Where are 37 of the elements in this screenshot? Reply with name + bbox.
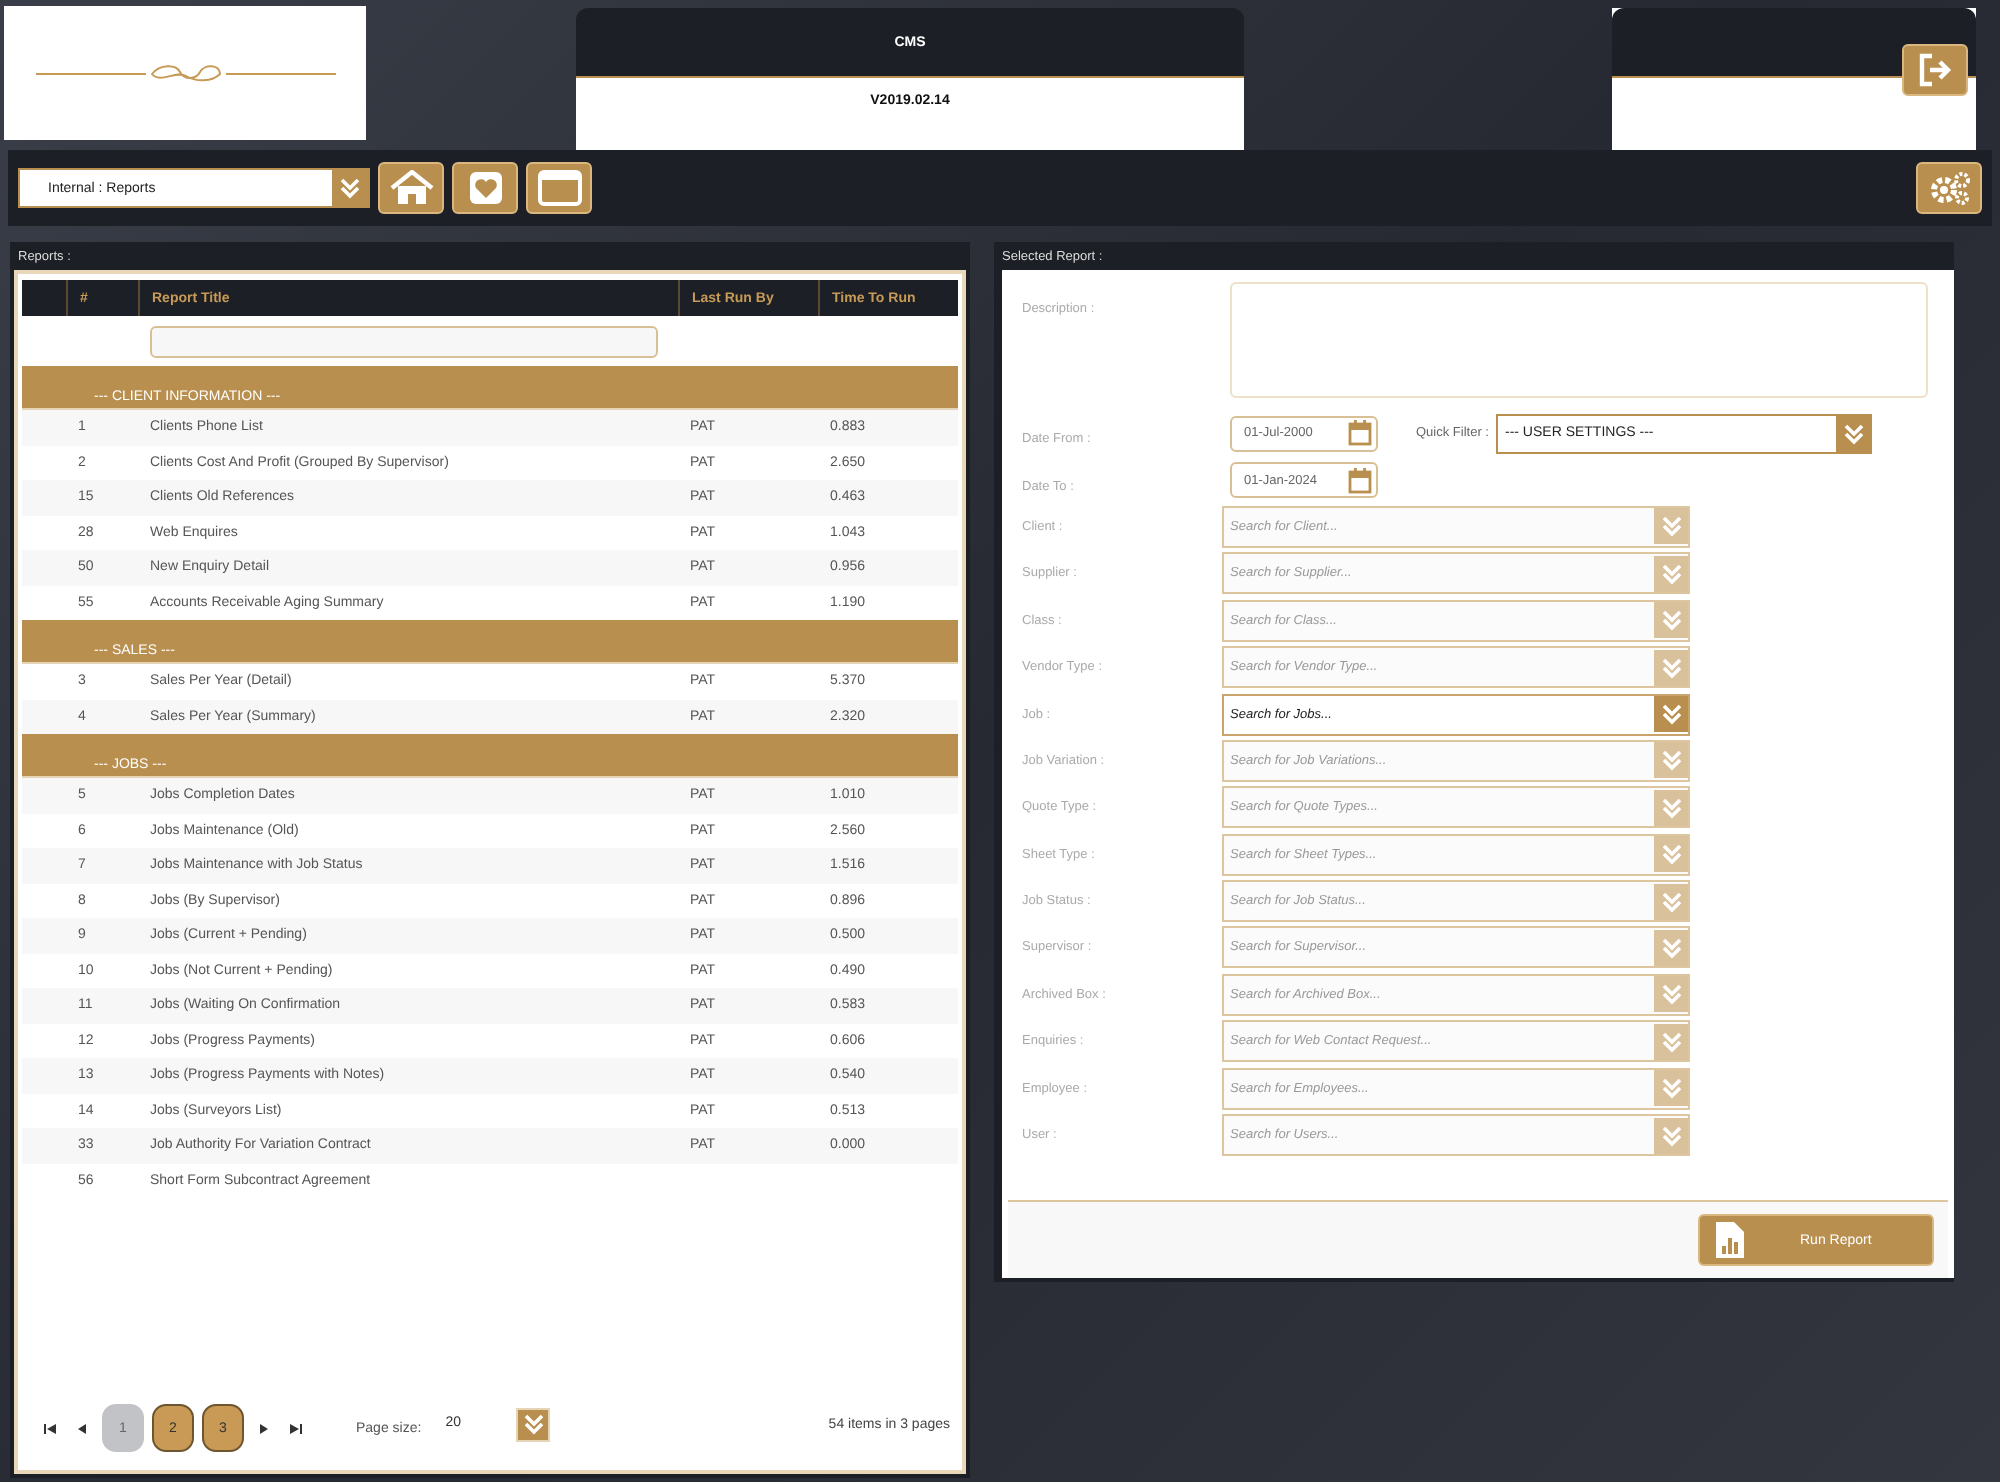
title-filter-field[interactable] [150,325,658,357]
last-page-icon [290,1423,302,1433]
double-chevron-icon [1659,1029,1683,1054]
calendar-icon [1348,420,1372,447]
page-size-dropdown-button[interactable] [516,1407,551,1441]
next-page-icon [260,1423,268,1433]
window-button[interactable] [526,162,592,214]
window-icon [537,170,581,206]
first-page-icon [44,1423,56,1433]
double-chevron-icon [1659,842,1683,867]
double-chevron-icon [1659,795,1683,820]
double-chevron-icon [1659,561,1683,586]
home-icon [389,170,433,206]
double-chevron-icon [1659,982,1683,1007]
double-chevron-icon [1659,1076,1683,1101]
settings-button[interactable] [1916,162,1982,214]
flourish-logo-icon [35,59,335,87]
home-button[interactable] [378,162,444,214]
double-chevron-icon [1659,702,1683,727]
double-chevron-icon [1659,655,1683,680]
double-chevron-icon [1841,421,1866,446]
double-chevron-icon [1659,608,1683,633]
report-chart-icon [1716,1222,1744,1258]
calendar-icon [1348,467,1372,494]
previous-page-icon [78,1423,86,1433]
double-chevron-icon [1659,1123,1683,1148]
double-chevron-icon [1659,748,1683,773]
logout-icon [1915,52,1955,88]
double-chevron-icon [1659,935,1683,960]
double-chevron-icon [1659,889,1683,914]
favorites-button[interactable] [452,162,518,214]
double-chevron-icon [521,1412,546,1436]
double-chevron-icon [1659,514,1683,539]
settings-icon [1927,170,1971,206]
logout-button[interactable] [1902,44,1968,96]
description-field[interactable] [1230,282,1928,398]
double-chevron-icon [338,176,362,200]
